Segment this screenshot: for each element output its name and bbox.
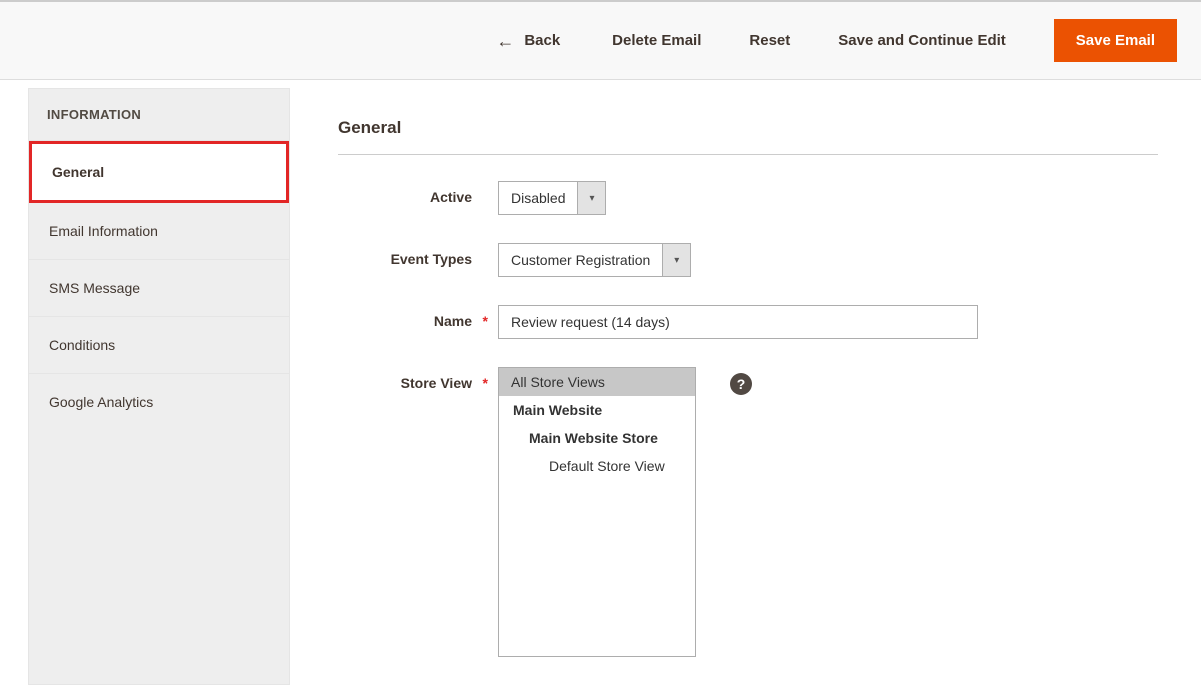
active-select-value: Disabled (499, 182, 577, 214)
help-icon[interactable]: ? (730, 373, 752, 395)
store-view-multiselect[interactable]: All Store Views Main Website Main Websit… (498, 367, 696, 657)
event-types-select[interactable]: Customer Registration ▾ (498, 243, 691, 277)
form-row-active: Active Disabled ▾ (338, 181, 1158, 215)
save-email-button[interactable]: Save Email (1054, 19, 1177, 62)
back-button[interactable]: ← Back (496, 32, 560, 50)
label-store-view: Store View (401, 375, 472, 391)
label-name: Name (434, 313, 472, 329)
active-select[interactable]: Disabled ▾ (498, 181, 606, 215)
arrow-left-icon: ← (496, 32, 514, 50)
sidebar-item-sms-message[interactable]: SMS Message (29, 260, 289, 317)
top-action-bar: ← Back Delete Email Reset Save and Conti… (0, 0, 1201, 80)
store-view-option-all[interactable]: All Store Views (499, 368, 695, 396)
sidebar-item-google-analytics[interactable]: Google Analytics (29, 374, 289, 430)
store-view-option-main-website-store[interactable]: Main Website Store (499, 424, 695, 452)
section-heading: General (338, 118, 1158, 155)
sidebar-item-conditions[interactable]: Conditions (29, 317, 289, 374)
label-event-types: Event Types (338, 243, 498, 267)
chevron-down-icon: ▾ (662, 244, 690, 276)
sidebar-item-label: Google Analytics (49, 394, 153, 410)
save-continue-button[interactable]: Save and Continue Edit (838, 32, 1006, 49)
sidebar-item-label: General (52, 164, 104, 180)
reset-button[interactable]: Reset (749, 32, 790, 49)
delete-email-button[interactable]: Delete Email (612, 32, 701, 49)
back-button-label: Back (524, 32, 560, 49)
sidebar-item-label: SMS Message (49, 280, 140, 296)
form-row-store-view: Store View * All Store Views Main Websit… (338, 367, 1158, 657)
label-active: Active (338, 181, 498, 205)
name-input[interactable] (498, 305, 978, 339)
chevron-down-icon: ▾ (577, 182, 605, 214)
form-general-section: General Active Disabled ▾ Event Types Cu… (338, 88, 1158, 685)
required-star-icon: * (483, 375, 488, 391)
sidebar-item-label: Conditions (49, 337, 115, 353)
sidebar-item-email-information[interactable]: Email Information (29, 203, 289, 260)
form-row-name: Name * (338, 305, 1158, 339)
form-row-event-types: Event Types Customer Registration ▾ (338, 243, 1158, 277)
event-types-select-value: Customer Registration (499, 244, 662, 276)
sidebar-item-general[interactable]: General (29, 141, 289, 203)
sidebar-header: INFORMATION (29, 89, 289, 141)
required-star-icon: * (483, 313, 488, 329)
sidebar-information: INFORMATION General Email Information SM… (28, 88, 290, 685)
store-view-option-default-store-view[interactable]: Default Store View (499, 452, 695, 480)
store-view-option-main-website[interactable]: Main Website (499, 396, 695, 424)
sidebar-item-label: Email Information (49, 223, 158, 239)
